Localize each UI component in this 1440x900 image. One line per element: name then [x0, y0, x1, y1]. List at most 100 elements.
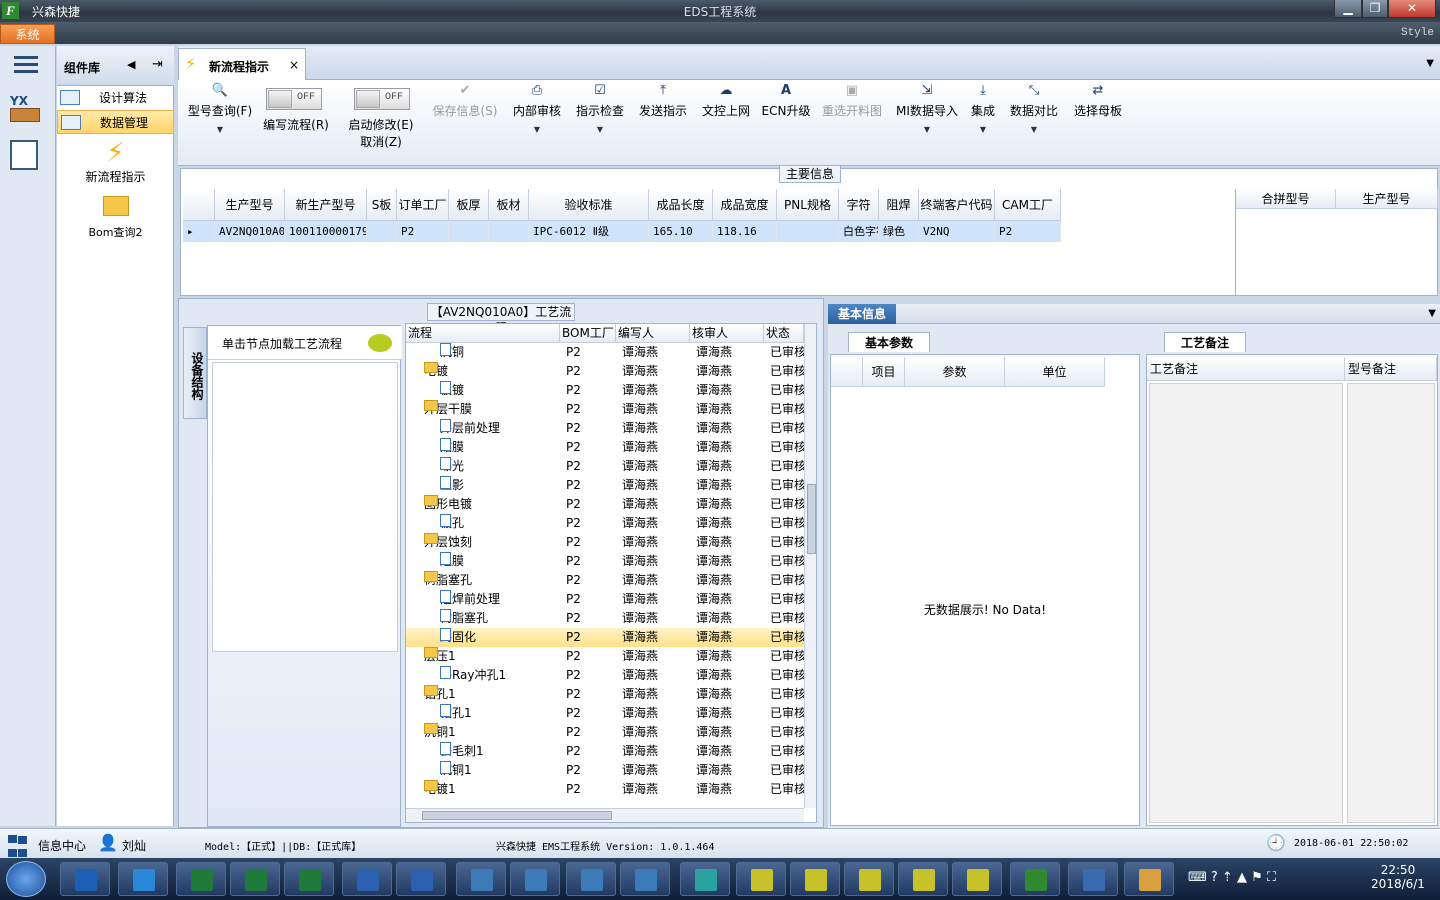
windows-grid-icon[interactable] — [8, 834, 28, 857]
model-query-button[interactable]: 🔍 型号查询(F) ▼ — [182, 82, 258, 152]
tree-row[interactable]: 树脂塞孔 P2 谭海燕 谭海燕 已审核 — [406, 609, 804, 628]
tree-row[interactable]: 终固化 P2 谭海燕 谭海燕 已审核 — [406, 628, 804, 647]
main-info-cell[interactable] — [777, 221, 839, 242]
tree-row[interactable]: −图形电镀 P2 谭海燕 谭海燕 已审核 — [406, 495, 804, 514]
taskbar-app-button[interactable] — [456, 862, 506, 896]
tree-row[interactable]: −电镀 P2 谭海燕 谭海燕 已审核 — [406, 362, 804, 381]
taskbar-app-button[interactable] — [566, 862, 616, 896]
main-info-column-header[interactable]: 新生产型号 — [285, 189, 367, 221]
taskbar-app-button[interactable] — [118, 862, 168, 896]
tree-node[interactable]: −沉铜1 — [424, 723, 456, 742]
main-info-column-header[interactable]: 成品宽度 — [713, 189, 777, 221]
tree-node[interactable]: −外层干膜 — [424, 400, 472, 419]
edit-flow-toggle[interactable]: OFF — [266, 88, 322, 110]
reviewer-column-header[interactable]: 核审人 — [690, 324, 764, 343]
internal-review-button[interactable]: ⎙ 内部审核 ▼ — [508, 82, 566, 152]
save-info-button[interactable]: ✔ 保存信息(S) — [428, 82, 502, 152]
taskbar-app-button[interactable] — [342, 862, 392, 896]
tree-row[interactable]: −电镀1 P2 谭海燕 谭海燕 已审核 — [406, 780, 804, 799]
main-info-cell[interactable]: P2 — [397, 221, 449, 242]
tree-node[interactable]: 镀孔 — [440, 514, 464, 533]
tree-node[interactable]: 沉铜 — [440, 343, 464, 362]
tree-node[interactable]: 终固化 — [440, 628, 476, 647]
tree-row[interactable]: −沉铜1 P2 谭海燕 谭海燕 已审核 — [406, 723, 804, 742]
tree-node[interactable]: −电镀 — [424, 362, 448, 381]
model-remark-textbox[interactable] — [1347, 383, 1435, 823]
taskbar-app-button[interactable] — [510, 862, 560, 896]
taskbar-app-button[interactable] — [176, 862, 226, 896]
tree-row[interactable]: 阻焊前处理 P2 谭海燕 谭海燕 已审核 — [406, 590, 804, 609]
start-modify-toggle[interactable]: OFF — [354, 88, 410, 110]
tree-node[interactable]: 树脂塞孔 — [440, 609, 488, 628]
basic-info-tab[interactable]: 基本信息 — [828, 304, 896, 324]
tree-node[interactable]: 钻孔1 — [440, 704, 472, 723]
main-info-column-header[interactable]: 生产型号 — [215, 189, 285, 221]
main-info-column-header[interactable]: 阻焊 — [879, 189, 919, 221]
style-label[interactable]: Style — [1401, 27, 1434, 39]
dropdown-arrow-icon[interactable]: ▼ — [508, 125, 566, 134]
pin-icon[interactable]: ⇥ — [152, 57, 163, 72]
dropdown-arrow-icon[interactable]: ▼ — [892, 125, 962, 134]
system-menu[interactable]: 系统 — [0, 24, 55, 44]
taskbar-app-button[interactable] — [396, 862, 446, 896]
tree-row[interactable]: X-Ray冲孔1 P2 谭海燕 谭海燕 已审核 — [406, 666, 804, 685]
row-selector-icon[interactable]: ▸ — [183, 221, 215, 242]
tool-new-flow-instruction[interactable]: ⚡ 新流程指示 — [57, 138, 174, 188]
instruction-check-button[interactable]: ☑ 指示检查 ▼ — [572, 82, 628, 152]
mi-import-button[interactable]: ⇲ MI数据导入 ▼ — [892, 82, 962, 152]
tree-node[interactable]: −层压1 — [424, 647, 456, 666]
tree-node[interactable]: −图形电镀 — [424, 495, 472, 514]
dropdown-arrow-icon[interactable]: ▼ — [1006, 125, 1062, 134]
main-info-cell[interactable]: AV2NQ010A0 — [215, 221, 285, 242]
basic-params-tab[interactable]: 基本参数 — [848, 332, 930, 352]
main-info-cell[interactable]: IPC-6012 Ⅱ级 — [529, 221, 649, 242]
tree-row[interactable]: −外层蚀刻 P2 谭海燕 谭海燕 已审核 — [406, 533, 804, 552]
tree-node[interactable]: 去毛刺1 — [440, 742, 484, 761]
factory-icon[interactable]: YX — [10, 94, 46, 128]
taskbar-app-button[interactable] — [680, 862, 730, 896]
tree-row[interactable]: −层压1 P2 谭海燕 谭海燕 已审核 — [406, 647, 804, 666]
tree-row[interactable]: −树脂塞孔 P2 谭海燕 谭海燕 已审核 — [406, 571, 804, 590]
flow-column-header[interactable]: 流程 — [406, 324, 560, 343]
taskbar-app-button[interactable] — [844, 862, 894, 896]
tree-row[interactable]: −钻孔1 P2 谭海燕 谭海燕 已审核 — [406, 685, 804, 704]
tree-node[interactable]: 板镀 — [440, 381, 464, 400]
tree-node[interactable]: X-Ray冲孔1 — [440, 666, 506, 685]
cancel-modify-label[interactable]: 取消(Z) — [344, 133, 418, 150]
tree-vertical-scrollbar[interactable] — [804, 324, 816, 808]
main-info-cell[interactable]: V2NQ — [919, 221, 995, 242]
reselect-image-button[interactable]: ▣ 重选开料图 — [818, 82, 886, 152]
process-remark-textbox[interactable] — [1149, 383, 1343, 823]
tree-node[interactable]: −钻孔1 — [424, 685, 456, 704]
tree-row[interactable]: −外层干膜 P2 谭海燕 谭海燕 已审核 — [406, 400, 804, 419]
tree-row[interactable]: 镀孔 P2 谭海燕 谭海燕 已审核 — [406, 514, 804, 533]
tree-row[interactable]: 钻孔1 P2 谭海燕 谭海燕 已审核 — [406, 704, 804, 723]
taskbar-app-button[interactable] — [952, 862, 1002, 896]
taskbar-app-button[interactable] — [898, 862, 948, 896]
tree-row[interactable]: 退膜 P2 谭海燕 谭海燕 已审核 — [406, 552, 804, 571]
main-info-cell[interactable] — [367, 221, 397, 242]
taskbar-app-button[interactable] — [1010, 862, 1060, 896]
taskbar-app-button[interactable] — [790, 862, 840, 896]
comp-item-design-algorithm[interactable]: 设计算法 — [57, 86, 174, 110]
load-hint[interactable]: 单击节点加载工艺流程 — [208, 326, 402, 360]
equipment-structure-tab[interactable]: 设备结构 — [183, 327, 207, 419]
select-mother-button[interactable]: ⇄ 选择母板 — [1068, 82, 1128, 152]
close-button[interactable]: ✕ — [1388, 0, 1436, 18]
tree-row[interactable]: 外层前处理 P2 谭海燕 谭海燕 已审核 — [406, 419, 804, 438]
taskbar-app-button[interactable] — [230, 862, 280, 896]
writer-column-header[interactable]: 编写人 — [616, 324, 690, 343]
data-compare-button[interactable]: ⤡ 数据对比 ▼ — [1006, 82, 1062, 152]
info-center-link[interactable]: 信息中心 — [38, 837, 86, 854]
status-column-header[interactable]: 状态 — [764, 324, 804, 343]
param-column-header[interactable]: 参数 — [905, 357, 1005, 387]
dropdown-arrow-icon[interactable]: ▼ — [572, 125, 628, 134]
load-list[interactable] — [212, 362, 398, 652]
taskbar-app-button[interactable] — [60, 862, 110, 896]
bom-factory-column-header[interactable]: BOM工厂 — [560, 324, 616, 343]
taskbar-app-button[interactable] — [1068, 862, 1118, 896]
integrate-button[interactable]: ⤓ 集成 ▼ — [966, 82, 1000, 152]
start-button[interactable] — [6, 861, 46, 897]
tree-node[interactable]: 外层前处理 — [440, 419, 500, 438]
tree-horizontal-scrollbar[interactable] — [406, 808, 804, 822]
